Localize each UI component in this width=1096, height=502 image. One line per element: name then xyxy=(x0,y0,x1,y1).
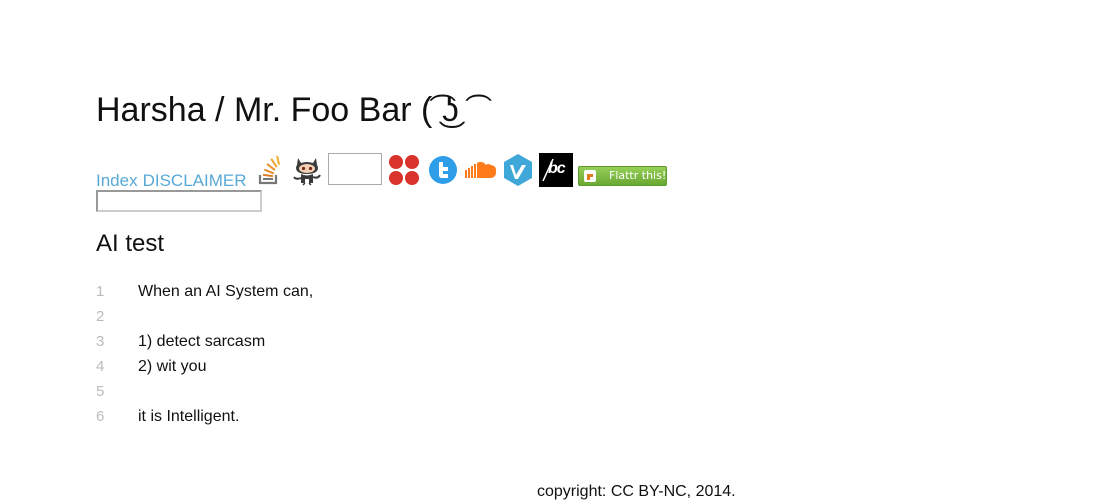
line-text: 2) wit you xyxy=(138,358,207,375)
copyright-text: copyright: CC BY-NC, 2014. xyxy=(537,483,736,500)
nav-link-index[interactable]: Index xyxy=(96,171,138,191)
code-block: 1 When an AI System can, 2 3 1) detect s… xyxy=(96,279,496,429)
line-number: 6 xyxy=(96,408,105,425)
code-line: 3 1) detect sarcasm xyxy=(96,329,496,354)
code-line: 6 it is Intelligent. xyxy=(96,404,496,429)
flattr-label: Flattr this! xyxy=(609,169,667,182)
vimeo-icon[interactable] xyxy=(502,153,534,187)
site-title: Harsha / Mr. Foo Bar (͡ ͜ʖ ͡ xyxy=(96,91,469,129)
line-number: 1 xyxy=(96,283,105,300)
line-number: 4 xyxy=(96,358,105,375)
nav-links: Index DISCLAIMER xyxy=(96,152,259,190)
line-text: When an AI System can, xyxy=(138,283,314,300)
line-text: 1) detect sarcasm xyxy=(138,333,266,350)
bandcamp-icon[interactable]: bc xyxy=(539,153,573,187)
soundcloud-icon[interactable] xyxy=(464,158,498,182)
line-number: 2 xyxy=(96,308,105,325)
four-dots-icon[interactable] xyxy=(388,154,420,186)
flattr-icon xyxy=(584,170,596,182)
line-number: 5 xyxy=(96,383,105,400)
twitter-icon[interactable] xyxy=(428,155,458,185)
line-number: 3 xyxy=(96,333,105,350)
line-text: it is Intelligent. xyxy=(138,408,240,425)
flattr-button[interactable]: Flattr this! xyxy=(578,166,667,186)
post-title: AI test xyxy=(96,230,165,257)
code-line: 1 When an AI System can, xyxy=(96,279,496,304)
github-octocat-icon[interactable] xyxy=(290,154,324,186)
stackoverflow-icon[interactable] xyxy=(256,154,282,186)
blank-box-icon[interactable] xyxy=(328,153,382,185)
search-input[interactable] xyxy=(96,190,262,212)
code-line: 4 2) wit you xyxy=(96,354,496,379)
code-line: 2 xyxy=(96,304,496,329)
code-line: 5 xyxy=(96,379,496,404)
bandcamp-label: bc xyxy=(548,160,566,177)
nav-link-disclaimer[interactable]: DISCLAIMER xyxy=(143,171,247,191)
